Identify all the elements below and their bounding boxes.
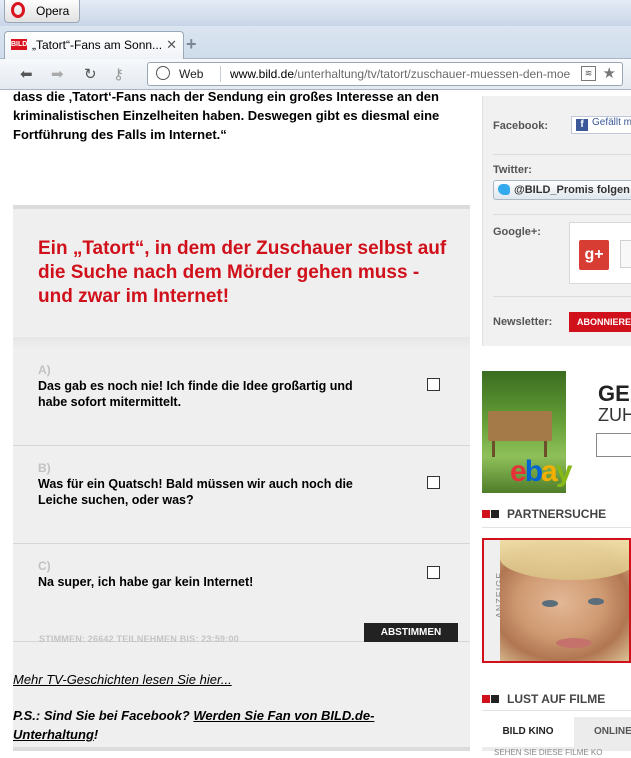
twitter-follow-label: @BILD_Promis folgen [514,184,630,196]
partner-search-heading: PARTNERSUCHE [482,507,606,521]
tab-bar: BILD „Tatort“-Fans am Sonn... ✕ + [0,26,631,59]
key-icon[interactable]: ⚷ [113,65,124,83]
lips-shape [556,638,592,648]
tab-bild-kino[interactable]: BILD KINO [482,717,574,747]
answer-c-checkbox[interactable] [427,566,440,579]
ebay-logo: ebay [510,455,572,488]
bookmark-star-icon[interactable]: ★ [603,64,616,82]
more-tv-stories-link[interactable]: Mehr TV-Geschichten lesen Sie hier... [13,672,232,687]
answer-b-checkbox[interactable] [427,476,440,489]
answer-divider [13,445,470,446]
newsletter-subscribe-button[interactable]: ABONNIEREN [569,312,631,332]
article-paragraph: dass die ‚Tatort‘-Fans nach der Sendung … [13,90,440,142]
title-bar: Opera [0,0,631,26]
section-divider [482,710,631,711]
address-bar[interactable]: Web www.bild.de/unterhaltung/tv/tatort/z… [147,62,623,86]
answer-letter: A) [38,363,51,377]
partner-search-ad[interactable]: ANZEIGE [482,538,631,663]
film-tabs: BILD KINO ONLINE [482,717,631,751]
poll-answer-b[interactable]: B) Was für ein Quatsch! Bald müssen wir … [13,447,470,544]
opera-menu-button[interactable]: Opera [4,0,80,23]
ps-suffix: ! [93,727,99,742]
reload-icon[interactable]: ↻ [84,65,97,83]
opera-menu-label: Opera [36,4,70,18]
black-square-icon [491,695,499,703]
googleplus-count [620,240,631,268]
red-square-icon [482,695,490,703]
answer-letter: C) [38,559,51,573]
tab-title: „Tatort“-Fans am Sonn... [32,38,162,52]
poll-question: Ein „Tatort“, in dem der Zuschauer selbs… [38,238,447,307]
googleplus-label: Google+: [493,226,541,238]
twitter-label: Twitter: [493,164,532,176]
url-path: /unterhaltung/tv/tatort/zuschauer-muesse… [294,67,571,81]
close-tab-icon[interactable]: ✕ [166,37,177,53]
twitter-follow-button[interactable]: @BILD_Promis folgen [493,180,631,200]
answer-text: Na super, ich habe gar kein Internet! [38,575,254,589]
facebook-label: Facebook: [493,120,549,132]
twitter-bird-icon [498,184,510,195]
bench-leg [492,441,495,457]
film-tab-subtitle: SEHEN SIE DIESE FILME KO [494,748,603,757]
poll-divider [13,337,470,349]
black-square-icon [491,510,499,518]
divider [493,214,631,215]
films-heading: LUST AUF FILME [482,692,605,706]
address-scheme-label: Web [179,67,204,81]
browser-tab[interactable]: BILD „Tatort“-Fans am Sonn... ✕ [4,31,184,59]
poll-answer-a[interactable]: A) Das gab es noch nie! Ich finde die Id… [13,349,470,446]
eye-shape [588,598,604,605]
new-tab-icon[interactable]: + [186,34,197,55]
url-domain: www.bild.de [230,67,295,81]
poll-stats: STIMMEN: 26642 TEILNEHMEN BIS: 23:59:00 [39,634,239,644]
page-content: dass die ‚Tatort‘-Fans nach der Sendung … [0,90,631,758]
divider [493,154,631,155]
bild-favicon-icon: BILD [11,39,28,50]
answer-divider [13,543,470,544]
poll-widget: Ein „Tatort“, in dem der Zuschauer selbs… [13,205,470,751]
rss-icon[interactable]: ≋ [581,66,596,81]
facebook-fan-note: P.S.: Sind Sie bei Facebook? Werden Sie … [13,706,433,744]
films-title: LUST AUF FILME [507,692,606,706]
back-icon[interactable]: ⬅ [20,65,33,83]
facebook-like-button[interactable]: f Gefällt mir [571,116,631,134]
vote-button[interactable]: ABSTIMMEN [364,623,458,642]
answer-letter: B) [38,461,51,475]
facebook-icon: f [576,119,588,131]
partner-search-title: PARTNERSUCHE [507,507,607,521]
googleplus-icon[interactable]: g+ [579,240,609,270]
opera-logo-icon [11,2,25,18]
navigation-bar: ⬅ ➡ ↻ ⚷ Web www.bild.de/unterhaltung/tv/… [0,59,631,90]
globe-icon [156,66,170,80]
ps-prefix: P.S.: Sind Sie bei Facebook? [13,708,194,723]
googleplus-widget: g+ [569,222,631,284]
section-divider [482,527,631,528]
ebay-advertisement[interactable]: ebay GE ZUH [482,371,631,493]
social-box: Facebook: f Gefällt mir Twitter: @BILD_Pr… [482,96,631,346]
ebay-subheadline: ZUH [598,405,631,425]
ebay-headline: GE [598,381,630,406]
answer-text: Das gab es noch nie! Ich finde die Idee … [38,379,353,409]
facebook-like-label: Gefällt mir [592,117,631,128]
newsletter-label: Newsletter: [493,316,553,328]
forward-icon[interactable]: ➡ [51,65,64,83]
tab-online[interactable]: ONLINE [594,717,631,747]
divider [493,296,631,297]
eye-shape [542,600,558,607]
url-text[interactable]: www.bild.de/unterhaltung/tv/tatort/zusch… [230,67,582,81]
bench-shape [488,411,552,441]
ebay-search-input[interactable] [596,433,631,457]
address-divider [220,66,221,82]
answer-text: Was für ein Quatsch! Bald müssen wir auc… [38,477,353,507]
answer-a-checkbox[interactable] [427,378,440,391]
red-square-icon [482,510,490,518]
